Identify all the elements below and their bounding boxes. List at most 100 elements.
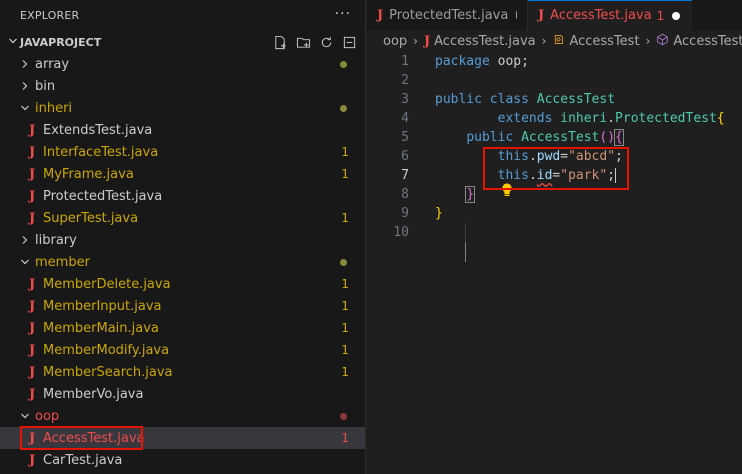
keyword: class: [489, 92, 529, 107]
folder-item[interactable]: member: [0, 251, 365, 273]
java-file-icon: J: [29, 276, 36, 292]
explorer-title: EXPLORER: [20, 8, 80, 22]
folder-item[interactable]: array: [0, 53, 365, 75]
breadcrumb-method[interactable]: AccessTest(): [673, 34, 742, 49]
file-name: MemberVo.java: [43, 386, 144, 402]
class-name: AccessTest: [536, 92, 616, 107]
breadcrumb-file[interactable]: AccessTest.java: [434, 34, 535, 49]
code-text: oop;: [489, 54, 529, 69]
chevron-right-icon: ›: [413, 34, 418, 48]
tab-protectedtest[interactable]: J ProtectedTest.java: [367, 0, 528, 30]
bracket: }: [465, 186, 476, 203]
file-name: ProtectedTest.java: [43, 188, 163, 204]
more-actions-icon[interactable]: ···: [335, 6, 351, 22]
file-item[interactable]: J InterfaceTest.java 1: [0, 141, 365, 163]
line-number: 5: [401, 130, 409, 145]
problem-badge: 1: [341, 343, 349, 357]
collapse-all-icon[interactable]: [341, 34, 357, 50]
keyword: package: [435, 54, 490, 69]
java-file-icon: J: [29, 166, 36, 182]
file-name: MemberSearch.java: [43, 364, 173, 380]
chevron-down-icon: [0, 36, 20, 49]
java-file-icon: J: [29, 452, 36, 468]
file-item[interactable]: J MemberSearch.java 1: [0, 361, 365, 383]
file-item[interactable]: J MemberDelete.java 1: [0, 273, 365, 295]
file-item[interactable]: J MemberVo.java: [0, 383, 365, 405]
code-line-4[interactable]: 4 extends inheri.ProtectedTest{: [367, 109, 742, 128]
breadcrumb-class[interactable]: AccessTest: [569, 34, 639, 49]
keyword: extends: [497, 111, 553, 126]
explorer-header: EXPLORER ···: [0, 0, 365, 30]
class-icon: [552, 33, 565, 50]
file-item[interactable]: J AccessTest.java 1: [0, 426, 365, 450]
new-folder-icon[interactable]: [295, 34, 311, 50]
line-number: 10: [393, 225, 409, 240]
file-name: MemberDelete.java: [43, 276, 171, 292]
modified-dot-icon: [340, 104, 347, 112]
tab-label: ProtectedTest.java: [389, 7, 509, 23]
file-name: InterfaceTest.java: [43, 144, 159, 160]
code-line-5[interactable]: 5 public AccessTest(){: [367, 128, 742, 147]
file-item[interactable]: J SuperTest.java 1: [0, 207, 365, 229]
code-text: .: [607, 111, 616, 126]
file-item[interactable]: J MemberMain.java 1: [0, 317, 365, 339]
folder-item[interactable]: inheri: [0, 97, 365, 119]
line-number: 4: [401, 111, 409, 126]
chevron-right-icon: ›: [541, 34, 547, 48]
file-item[interactable]: J CarTest.java: [0, 449, 365, 471]
java-file-icon: J: [29, 144, 36, 160]
highlight-box: [20, 426, 143, 450]
problem-badge: 1: [341, 431, 349, 445]
code-line-2[interactable]: 2: [367, 71, 742, 90]
file-item[interactable]: J ExtendsTest.java: [0, 119, 365, 141]
file-name: ExtendsTest.java: [43, 122, 153, 138]
java-file-icon: J: [423, 33, 431, 49]
code-line-10[interactable]: 10: [367, 223, 742, 242]
file-name: MyFrame.java: [43, 166, 134, 182]
chevron-down-icon: [18, 257, 32, 267]
file-name: MemberInput.java: [43, 298, 162, 314]
project-root[interactable]: JAVAPROJECT: [0, 31, 365, 53]
line-number: 7: [401, 168, 409, 183]
chevron-down-icon: [18, 411, 32, 421]
file-item[interactable]: J MyFrame.java 1: [0, 163, 365, 185]
problem-count: 1: [656, 8, 665, 23]
breadcrumb: oop › J AccessTest.java › AccessTest › A…: [367, 30, 742, 52]
modified-dot-icon: [340, 60, 347, 68]
folder-item[interactable]: oop: [0, 405, 365, 427]
chevron-right-icon: [18, 59, 32, 69]
folder-name: array: [35, 56, 70, 72]
folder-name: member: [35, 254, 90, 270]
java-file-icon: J: [29, 364, 36, 380]
constructor-name: AccessTest: [521, 130, 600, 145]
problem-badge: 1: [341, 299, 349, 313]
modified-dot-icon: [340, 412, 347, 420]
chevron-right-icon: [18, 235, 32, 245]
problem-badge: 1: [341, 277, 349, 291]
refresh-icon[interactable]: [318, 34, 334, 50]
java-file-icon: J: [29, 122, 36, 138]
java-file-icon: J: [29, 386, 36, 402]
problem-badge: 1: [341, 321, 349, 335]
chevron-right-icon: ›: [645, 34, 651, 48]
chevron-down-icon: [18, 103, 32, 113]
java-file-icon: J: [29, 188, 36, 204]
code-line-1[interactable]: 1 package oop;: [367, 52, 742, 71]
folder-name: library: [35, 232, 77, 248]
unsaved-dot-icon[interactable]: [516, 11, 517, 19]
file-tree: array bin inheri J ExtendsTest.java J Interfac…: [0, 53, 365, 471]
code-line-3[interactable]: 3 public class AccessTest: [367, 90, 742, 109]
file-item[interactable]: J MemberModify.java 1: [0, 339, 365, 361]
unsaved-dot-icon[interactable]: [672, 11, 681, 20]
folder-item[interactable]: bin: [0, 75, 365, 97]
line-number: 2: [401, 73, 409, 88]
file-item[interactable]: J ProtectedTest.java: [0, 185, 365, 207]
breadcrumb-folder[interactable]: oop: [383, 34, 407, 49]
tab-accesstest[interactable]: J AccessTest.java 1: [528, 0, 692, 30]
folder-item[interactable]: library: [0, 229, 365, 251]
file-item[interactable]: J MemberInput.java 1: [0, 295, 365, 317]
code-editor[interactable]: 1 package oop; 2 3 public class AccessTe…: [367, 52, 742, 262]
bracket: {: [716, 111, 725, 126]
new-file-icon[interactable]: [272, 34, 288, 50]
code-line-9[interactable]: 9 }: [367, 204, 742, 223]
